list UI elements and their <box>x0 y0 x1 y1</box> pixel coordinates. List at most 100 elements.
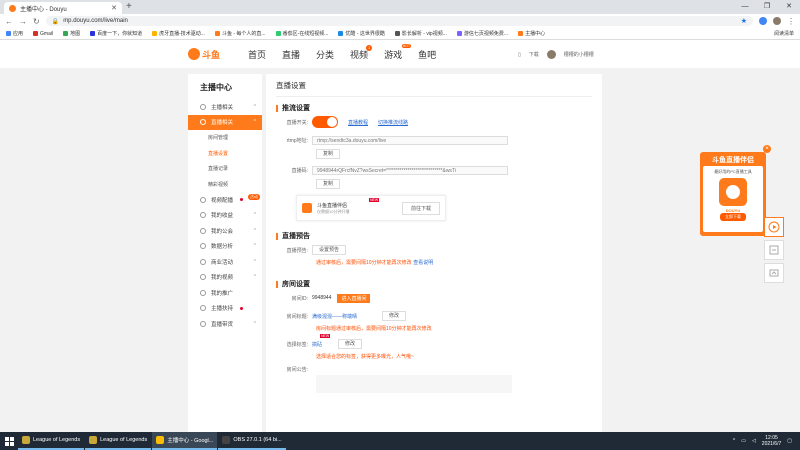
modify-tag-button[interactable]: 修改 <box>338 339 363 349</box>
sidebar-item-live[interactable]: 直播相关 ^ <box>188 114 262 130</box>
reading-list[interactable]: 阅读清单 <box>774 30 794 37</box>
sidebar-sub-room-manage[interactable]: 房间管理 <box>188 130 262 146</box>
profile-avatar-icon[interactable] <box>773 17 781 25</box>
bookmark-item[interactable]: 应用 <box>6 30 23 37</box>
sidebar-item-support[interactable]: 主播扶持 <box>188 301 262 317</box>
side-feedback-button[interactable] <box>764 240 784 260</box>
lol-icon <box>89 436 98 444</box>
extension-icon[interactable] <box>759 17 767 25</box>
minimize-button[interactable]: — <box>734 0 756 14</box>
tab-close-icon[interactable]: ✕ <box>111 4 117 12</box>
user-icon <box>200 103 206 110</box>
new-tab-button[interactable]: + <box>126 2 132 12</box>
sidebar-sub-highlights[interactable]: 精彩视频 <box>188 177 262 193</box>
sidebar-item-business[interactable]: 商业活动 ^ <box>188 254 262 270</box>
set-preview-button[interactable]: 设置预告 <box>312 245 347 255</box>
close-window-button[interactable]: ✕ <box>778 0 800 14</box>
address-bar[interactable]: 🔒 mp.douyu.com/live/main ★ <box>45 16 753 26</box>
sidebar-item-analytics[interactable]: 数据分析 ^ <box>188 239 262 255</box>
enter-room-button[interactable]: 进入直播间 <box>337 293 371 303</box>
sidebar-item-promotion[interactable]: 我的推广 <box>188 285 262 301</box>
taskbar-app-chrome[interactable]: 主播中心 - Googl... <box>152 432 218 450</box>
nav-category[interactable]: 分类 <box>316 48 334 61</box>
bookmark-label: 地图 <box>70 31 81 37</box>
room-id-label: 房间ID: <box>291 295 308 302</box>
chevron-up-icon: ^ <box>253 258 256 265</box>
logo-text: 斗鱼 <box>202 49 221 60</box>
douyu-logo[interactable]: 斗鱼 <box>188 46 228 62</box>
bookmark-star-icon[interactable]: ★ <box>741 17 747 25</box>
reload-icon[interactable]: ↻ <box>33 17 40 26</box>
notification-icon[interactable]: ▢ <box>787 438 792 444</box>
sidebar-item-income[interactable]: 我的收益 ^ <box>188 208 262 224</box>
bookmark-item[interactable]: 地图 <box>63 30 80 37</box>
bookmark-favicon-icon <box>275 31 281 36</box>
support-icon <box>200 305 206 312</box>
stream-code-field[interactable]: 9948944rQFrcfNvZ?wsSecret=**************… <box>312 165 508 175</box>
bookmark-item[interactable]: 主播中心 <box>518 30 545 37</box>
bookmark-item[interactable]: 百度一下，你就知道 <box>90 30 142 37</box>
companion-float-card: 斗鱼直播伴侣 最好用的PC直播工具 DOUYU 立即下载 <box>700 152 766 236</box>
sidebar-item-video-dub[interactable]: 视频配播 活动 <box>188 192 262 208</box>
sidebar-item-my-videos[interactable]: 我的视频 ^ <box>188 270 262 286</box>
sidebar-item-guild[interactable]: 我的公会 ^ <box>188 223 262 239</box>
chevron-up-icon: ^ <box>253 119 256 126</box>
taskbar-app-obs[interactable]: OBS 27.0.1 (64 bi... <box>218 432 286 450</box>
nav-live[interactable]: 直播 <box>282 48 300 61</box>
windows-taskbar: League of Legends League of Legends 主播中心… <box>0 432 800 450</box>
sidebar-item-anchor[interactable]: 主播相关 ^ <box>188 99 262 115</box>
network-icon[interactable]: ▭ <box>741 438 746 444</box>
promo-download-button[interactable]: 前往下载 <box>401 201 440 215</box>
tutorial-link[interactable]: 直播教程 <box>348 119 368 126</box>
bookmark-item[interactable]: 优酷 - 这世界很酷 <box>338 30 385 37</box>
room-title-note: 房间标题通过审核后，需要间隔10分钟才能再次修改 <box>316 325 592 335</box>
taskbar-app-label: OBS 27.0.1 (64 bi... <box>233 437 282 443</box>
preview-info-link[interactable]: 查看说明 <box>413 260 433 266</box>
maximize-button[interactable]: ❐ <box>756 0 778 14</box>
username[interactable]: 槽槽的小槽槽 <box>564 51 594 58</box>
start-button[interactable] <box>0 432 18 450</box>
copy-rtmp-button[interactable]: 复制 <box>316 149 341 159</box>
tray-chevron-icon[interactable]: ^ <box>733 438 735 444</box>
float-download-button[interactable]: 立即下载 <box>720 213 746 221</box>
side-play-button[interactable] <box>764 217 784 237</box>
live-switch-label: 直播开关: <box>286 119 308 126</box>
sidebar-item-commerce[interactable]: 直播带货 ^ <box>188 316 262 332</box>
sidebar-sub-live-records[interactable]: 直播记录 <box>188 161 262 177</box>
side-top-button[interactable] <box>764 263 784 283</box>
taskbar-app-lol-1[interactable]: League of Legends <box>18 432 85 450</box>
sidebar-sub-live-settings[interactable]: 直播设置 <box>188 146 262 162</box>
switch-line-link[interactable]: 切换推流线路 <box>378 119 408 126</box>
site-header: 斗鱼 首页 直播 分类 视频 1 游戏 HOT 鱼吧 ▯ 下载 槽槽的小槽槽 <box>0 40 800 68</box>
rtmp-field[interactable]: rtmp://sendtc3a.douyu.com/live <box>312 135 508 145</box>
browser-tab[interactable]: 主播中心 - Douyu ✕ <box>4 2 122 14</box>
notice-textarea[interactable] <box>316 375 512 393</box>
bookmark-item[interactable]: 斗鱼 - 每个人的直... <box>214 30 266 37</box>
menu-kebab-icon[interactable]: ⋮ <box>787 17 795 26</box>
sidebar-item-label: 视频配播 <box>211 197 234 204</box>
bookmark-item[interactable]: 虎牙直播-技术驱动... <box>152 30 205 37</box>
nav-home[interactable]: 首页 <box>248 48 266 61</box>
copy-code-button[interactable]: 复制 <box>316 179 341 189</box>
bookmark-favicon-icon <box>394 31 400 36</box>
bookmark-item[interactable]: 游信七页视频免费... <box>456 30 508 37</box>
taskbar-app-lol-2[interactable]: League of Legends <box>85 432 152 450</box>
float-close-icon[interactable]: × <box>763 145 771 153</box>
user-avatar[interactable] <box>546 50 556 59</box>
download-link[interactable]: 下载 <box>529 51 539 58</box>
bookmark-item[interactable]: 影长解析 - vip视频... <box>394 30 447 37</box>
bookmark-item[interactable]: Gmail <box>33 31 53 37</box>
bookmark-label: 虎牙直播-技术驱动... <box>159 31 205 37</box>
modify-title-button[interactable]: 修改 <box>382 311 407 321</box>
bookmark-item[interactable]: 番茄区-在线短视频... <box>275 30 328 37</box>
row-tag: 选择标签: 搞砧 修改 NEW <box>276 334 592 353</box>
nav-game[interactable]: 游戏 HOT <box>384 44 412 61</box>
nav-video[interactable]: 视频 1 <box>350 45 373 61</box>
bookmark-favicon-icon <box>63 31 69 36</box>
nav-yuba[interactable]: 鱼吧 <box>418 48 436 61</box>
forward-icon[interactable]: → <box>19 17 27 26</box>
volume-icon[interactable]: ◁ <box>752 438 756 444</box>
clock[interactable]: 12:05 2021/6/7 <box>762 435 781 447</box>
back-icon[interactable]: ← <box>5 17 13 26</box>
live-toggle[interactable] <box>312 116 338 128</box>
